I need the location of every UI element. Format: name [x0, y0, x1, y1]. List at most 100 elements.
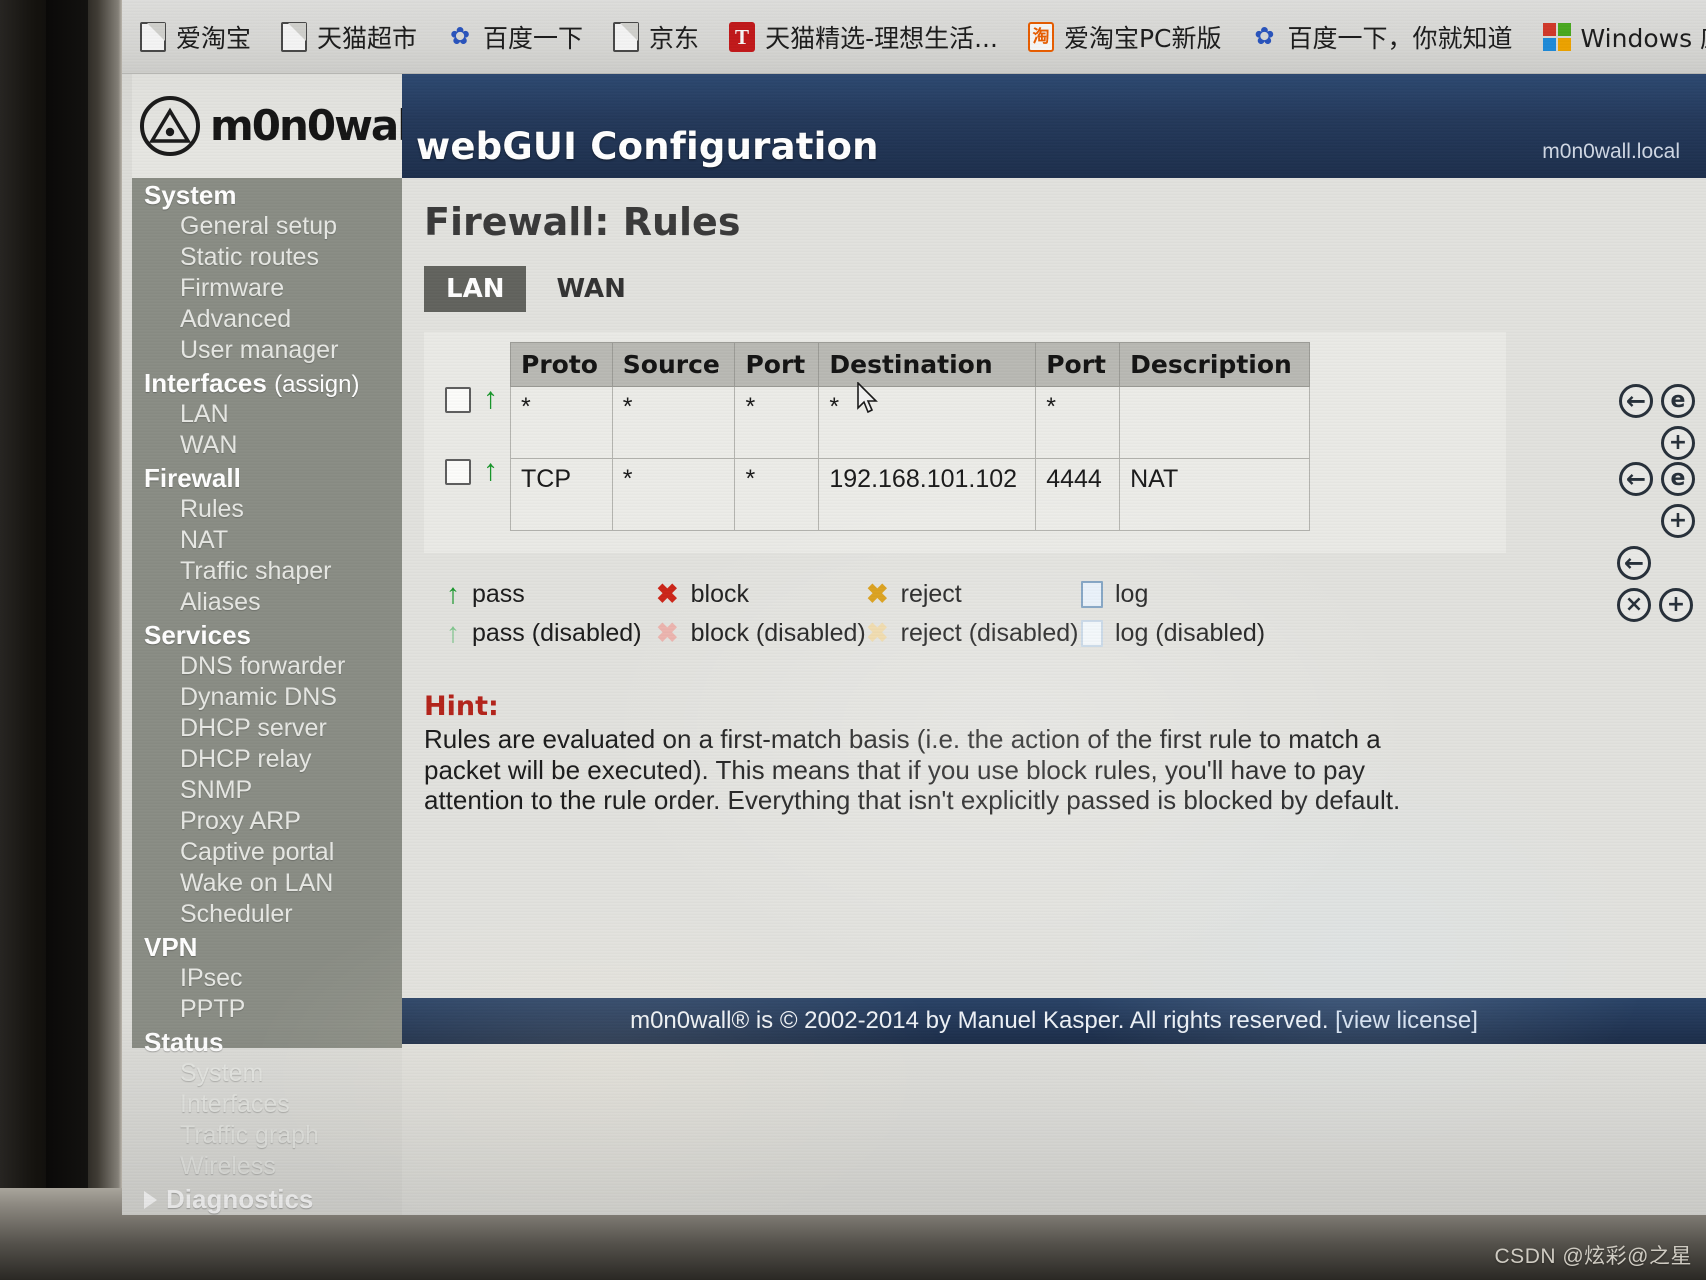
add-rule-icon[interactable]: +	[1661, 504, 1695, 538]
rules-panel: Proto Source Port Destination Port Descriptio…	[424, 332, 1506, 553]
sidebar-group-label: Interfaces	[144, 368, 267, 398]
view-license-link[interactable]: [view license]	[1335, 1007, 1478, 1035]
legend-label: log	[1115, 580, 1149, 608]
sidebar-item-rules[interactable]: Rules	[132, 494, 402, 525]
cell-src_port: *	[734, 386, 820, 459]
sidebar-item-user-manager[interactable]: User manager	[132, 335, 402, 366]
sidebar-item-aliases[interactable]: Aliases	[132, 587, 402, 618]
tab-wan[interactable]: WAN	[526, 266, 647, 312]
cell-description: NAT	[1119, 458, 1310, 531]
bookmark-item[interactable]: ✿ 百度一下，你就知道	[1251, 19, 1512, 55]
sidebar-item-wireless[interactable]: Wireless	[132, 1151, 402, 1182]
sidebar-group-label: Services	[144, 620, 251, 650]
sidebar-group-status[interactable]: Status	[132, 1025, 402, 1058]
sidebar-item-dns-forwarder[interactable]: DNS forwarder	[132, 651, 402, 682]
cell-source: *	[611, 458, 736, 531]
rules-legend: ↑ pass ✖ block ✖ reject log ↑ pass (disabled) ✖ bl…	[446, 579, 1676, 649]
sidebar-group-diagnostics[interactable]: Diagnostics	[132, 1182, 402, 1215]
pass-up-arrow-icon[interactable]: ↑	[483, 456, 498, 486]
page-footer: m0n0wall® is © 2002-2014 by Manuel Kaspe…	[402, 998, 1706, 1044]
bookmark-item[interactable]: 爱淘宝	[140, 19, 251, 55]
cell-proto-text: TCP	[521, 465, 571, 493]
legend-label: pass	[472, 580, 525, 608]
legend-label: block	[690, 580, 749, 608]
move-rule-icon[interactable]: ←	[1619, 384, 1653, 418]
sidebar-group-system[interactable]: System	[132, 178, 402, 211]
firewall-rules-table: Proto Source Port Destination Port Descriptio…	[445, 342, 1310, 531]
bookmark-label: 百度一下，你就知道	[1287, 23, 1513, 53]
sidebar-item-lan[interactable]: LAN	[132, 399, 402, 430]
browser-bookmarks-bar: 爱淘宝 天猫超市 ✿ 百度一下 京东 T 天猫精选-理想生活... 淘爱淘宝PC新版 ✿ 百度一下…	[122, 0, 1706, 74]
legend-label: reject (disabled)	[900, 619, 1079, 647]
mouse-cursor	[857, 382, 878, 414]
table-row[interactable]: ↑ * * * * *	[445, 384, 1310, 459]
sidebar-group-label: VPN	[144, 932, 198, 962]
sidebar-item-traffic-graph[interactable]: Traffic graph	[132, 1120, 402, 1151]
sidebar-item-wan[interactable]: WAN	[132, 430, 402, 461]
bookmark-item[interactable]: T 天猫精选-理想生活...	[729, 19, 998, 55]
cell-dst_port: 4444	[1035, 458, 1121, 531]
bookmark-item[interactable]: 天猫超市	[281, 19, 417, 55]
sidebar-item-firmware[interactable]: Firmware	[132, 273, 402, 304]
table-row[interactable]: ↑ TCP * * 192.168.101.102 4444 NAT	[445, 456, 1310, 531]
move-rule-icon[interactable]: ←	[1619, 462, 1653, 496]
legend-item: log (disabled)	[1081, 618, 1311, 649]
rules-table-body: ↑ * * * * * ↑ TCP * * 192.168.101.102 4444 NAT	[445, 384, 1310, 531]
delete-selected-rules-icon[interactable]: ×	[1617, 588, 1651, 622]
sidebar-item-wake-on-lan[interactable]: Wake on LAN	[132, 868, 402, 899]
sidebar-item-dhcp-relay[interactable]: DHCP relay	[132, 744, 402, 775]
sidebar-item-captive-portal[interactable]: Captive portal	[132, 837, 402, 868]
sidebar-item-general-setup[interactable]: General setup	[132, 211, 402, 242]
pass-up-arrow-icon[interactable]: ↑	[483, 384, 498, 414]
sidebar-item-snmp[interactable]: SNMP	[132, 775, 402, 806]
sidebar-item-pptp[interactable]: PPTP	[132, 994, 402, 1025]
sidebar-group-vpn[interactable]: VPN	[132, 930, 402, 963]
monitor-screen: 爱淘宝 天猫超市 ✿ 百度一下 京东 T 天猫精选-理想生活... 淘爱淘宝PC新版 ✿ 百度一下…	[122, 0, 1706, 1215]
add-rule-icon[interactable]: +	[1659, 588, 1693, 622]
rule-select-checkbox[interactable]	[445, 387, 471, 413]
sidebar-group-label: Status	[144, 1027, 224, 1057]
sidebar-item-dynamic-dns[interactable]: Dynamic DNS	[132, 682, 402, 713]
tmall-icon: T	[729, 21, 756, 52]
sidebar-group-label: System	[144, 180, 237, 210]
column-header: Source	[611, 342, 736, 387]
bookmark-item[interactable]: 京东	[613, 19, 699, 55]
sidebar-group-services[interactable]: Services	[132, 618, 402, 651]
add-rule-icon[interactable]: +	[1661, 426, 1695, 460]
edit-rule-icon[interactable]: e	[1661, 384, 1695, 418]
sidebar-item-proxy-arp[interactable]: Proxy ARP	[132, 806, 402, 837]
sidebar-group-sublabel[interactable]: (assign)	[274, 371, 359, 398]
table-footer-actions: ← × +	[1617, 546, 1693, 622]
sidebar-item-traffic-shaper[interactable]: Traffic shaper	[132, 556, 402, 587]
sidebar-item-scheduler[interactable]: Scheduler	[132, 899, 402, 930]
sidebar-item-dhcp-server[interactable]: DHCP server	[132, 713, 402, 744]
bookmark-item[interactable]: Windows 应用	[1542, 19, 1706, 55]
bookmark-item[interactable]: ✿ 百度一下	[447, 19, 583, 55]
legend-label: reject	[900, 580, 962, 608]
hint-label: Hint:	[424, 691, 499, 722]
chevron-right-icon	[144, 1190, 157, 1209]
bookmark-label: 百度一下	[483, 23, 584, 53]
legend-label: block (disabled)	[690, 619, 866, 647]
sidebar-group-interfaces[interactable]: Interfaces (assign)	[132, 366, 402, 399]
sidebar-group-label: Firewall	[144, 463, 241, 493]
edit-rule-icon[interactable]: e	[1661, 462, 1695, 496]
baidu-paw-icon: ✿	[449, 22, 471, 50]
sidebar-group-firewall[interactable]: Firewall	[132, 461, 402, 494]
sidebar-item-ipsec[interactable]: IPsec	[132, 963, 402, 994]
sidebar-item-nat[interactable]: NAT	[132, 525, 402, 556]
move-rule-icon[interactable]: ←	[1617, 546, 1651, 580]
tab-lan[interactable]: LAN	[424, 266, 527, 312]
sidebar-item-static-routes[interactable]: Static routes	[132, 242, 402, 273]
sidebar-item-system[interactable]: System	[132, 1058, 402, 1089]
hint-block: Hint: Rules are evaluated on a first-mat…	[424, 691, 1454, 816]
bookmark-label: 爱淘宝	[176, 23, 252, 53]
bookmark-item[interactable]: 淘爱淘宝PC新版	[1027, 19, 1221, 55]
rules-table-head: Proto Source Port Destination Port Descriptio…	[510, 342, 1310, 387]
baidu-paw-icon: ✿	[1254, 22, 1275, 50]
legend-item: ✖ reject (disabled)	[866, 618, 1081, 649]
sidebar-item-interfaces[interactable]: Interfaces	[132, 1089, 402, 1120]
hostname-label: m0n0wall.local	[1542, 140, 1680, 163]
rule-select-checkbox[interactable]	[445, 459, 471, 485]
sidebar-item-advanced[interactable]: Advanced	[132, 304, 402, 335]
